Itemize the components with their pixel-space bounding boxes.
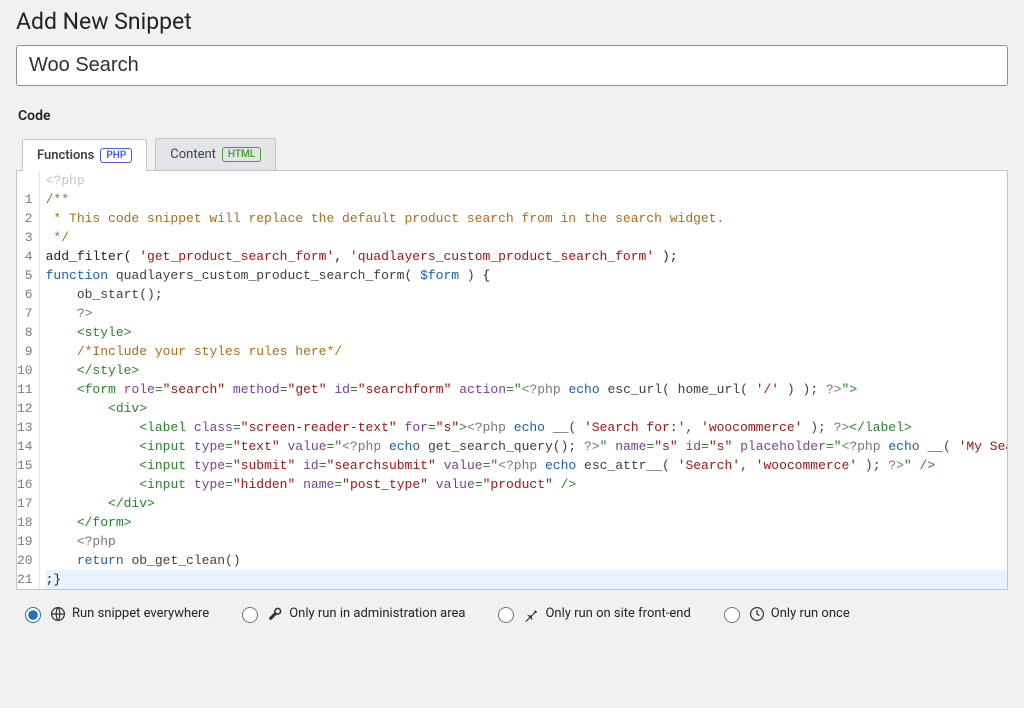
tab-functions-label: Functions: [37, 148, 94, 163]
line-number: 21: [17, 570, 33, 589]
page-title: Add New Snippet: [16, 0, 1008, 45]
scope-radio-everywhere[interactable]: [25, 607, 41, 623]
pin-icon: [523, 606, 539, 622]
globe-icon: [50, 606, 66, 622]
code-line[interactable]: add_filter( 'get_product_search_form', '…: [46, 247, 1008, 266]
line-number: 3: [17, 228, 33, 247]
code-line[interactable]: /**: [46, 190, 1008, 209]
tab-content-label: Content: [170, 147, 216, 162]
scope-admin[interactable]: Only run in administration area: [237, 604, 465, 623]
code-line[interactable]: <input type="hidden" name="post_type" va…: [46, 475, 1008, 494]
code-line[interactable]: <form role="search" method="get" id="sea…: [46, 380, 1008, 399]
code-line[interactable]: <?php: [46, 532, 1008, 551]
code-line[interactable]: */: [46, 228, 1008, 247]
line-number: 8: [17, 323, 33, 342]
code-line[interactable]: /*Include your styles rules here*/: [46, 342, 1008, 361]
scope-frontend[interactable]: Only run on site front-end: [493, 604, 690, 623]
php-badge: PHP: [100, 148, 132, 163]
code-line[interactable]: return ob_get_clean(): [46, 551, 1008, 570]
line-number: 18: [17, 513, 33, 532]
line-number-gutter: 123456789101112131415161718192021: [17, 171, 40, 589]
scope-radio-admin[interactable]: [242, 607, 258, 623]
snippet-title-input[interactable]: [16, 45, 1008, 86]
tab-content[interactable]: Content HTML: [155, 138, 276, 170]
line-number: 11: [17, 380, 33, 399]
scope-options: Run snippet everywhere Only run in admini…: [16, 590, 1008, 623]
code-line[interactable]: </div>: [46, 494, 1008, 513]
line-number: 1: [17, 190, 33, 209]
scope-radio-once[interactable]: [724, 607, 740, 623]
code-editor[interactable]: 123456789101112131415161718192021 <?php/…: [16, 170, 1008, 590]
code-line[interactable]: <input type="submit" id="searchsubmit" v…: [46, 456, 1008, 475]
scope-everywhere[interactable]: Run snippet everywhere: [20, 604, 209, 623]
ghost-php-open: <?php: [46, 171, 1008, 190]
code-line[interactable]: <div>: [46, 399, 1008, 418]
line-number: 20: [17, 551, 33, 570]
line-number: 15: [17, 456, 33, 475]
line-number: 16: [17, 475, 33, 494]
editor-tabs: Functions PHP Content HTML: [22, 138, 1008, 170]
code-body[interactable]: <?php/** * This code snippet will replac…: [40, 171, 1008, 589]
code-line[interactable]: <input type="text" value="<?php echo get…: [46, 437, 1008, 456]
scope-label-everywhere: Run snippet everywhere: [72, 606, 209, 621]
code-line[interactable]: ob_start();: [46, 285, 1008, 304]
line-number: 19: [17, 532, 33, 551]
code-line[interactable]: * This code snippet will replace the def…: [46, 209, 1008, 228]
line-number: 6: [17, 285, 33, 304]
scope-once[interactable]: Only run once: [719, 604, 850, 623]
code-line[interactable]: </style>: [46, 361, 1008, 380]
tab-functions[interactable]: Functions PHP: [22, 139, 147, 171]
scope-label-frontend: Only run on site front-end: [545, 606, 690, 621]
line-number: 14: [17, 437, 33, 456]
scope-label-admin: Only run in administration area: [289, 606, 465, 621]
line-number: 7: [17, 304, 33, 323]
code-line[interactable]: function quadlayers_custom_product_searc…: [46, 266, 1008, 285]
line-number: 5: [17, 266, 33, 285]
line-number: 13: [17, 418, 33, 437]
code-line[interactable]: ;}: [46, 570, 1008, 589]
line-number: 10: [17, 361, 33, 380]
code-line[interactable]: <style>: [46, 323, 1008, 342]
clock-icon: [749, 606, 765, 622]
line-number: 12: [17, 399, 33, 418]
line-number: 2: [17, 209, 33, 228]
wrench-icon: [267, 606, 283, 622]
code-section-label: Code: [18, 108, 1008, 124]
scope-radio-frontend[interactable]: [498, 607, 514, 623]
html-badge: HTML: [222, 147, 261, 162]
scope-label-once: Only run once: [771, 606, 850, 621]
line-number: 9: [17, 342, 33, 361]
code-line[interactable]: <label class="screen-reader-text" for="s…: [46, 418, 1008, 437]
line-number: 17: [17, 494, 33, 513]
code-line[interactable]: ?>: [46, 304, 1008, 323]
code-line[interactable]: </form>: [46, 513, 1008, 532]
line-number: 4: [17, 247, 33, 266]
